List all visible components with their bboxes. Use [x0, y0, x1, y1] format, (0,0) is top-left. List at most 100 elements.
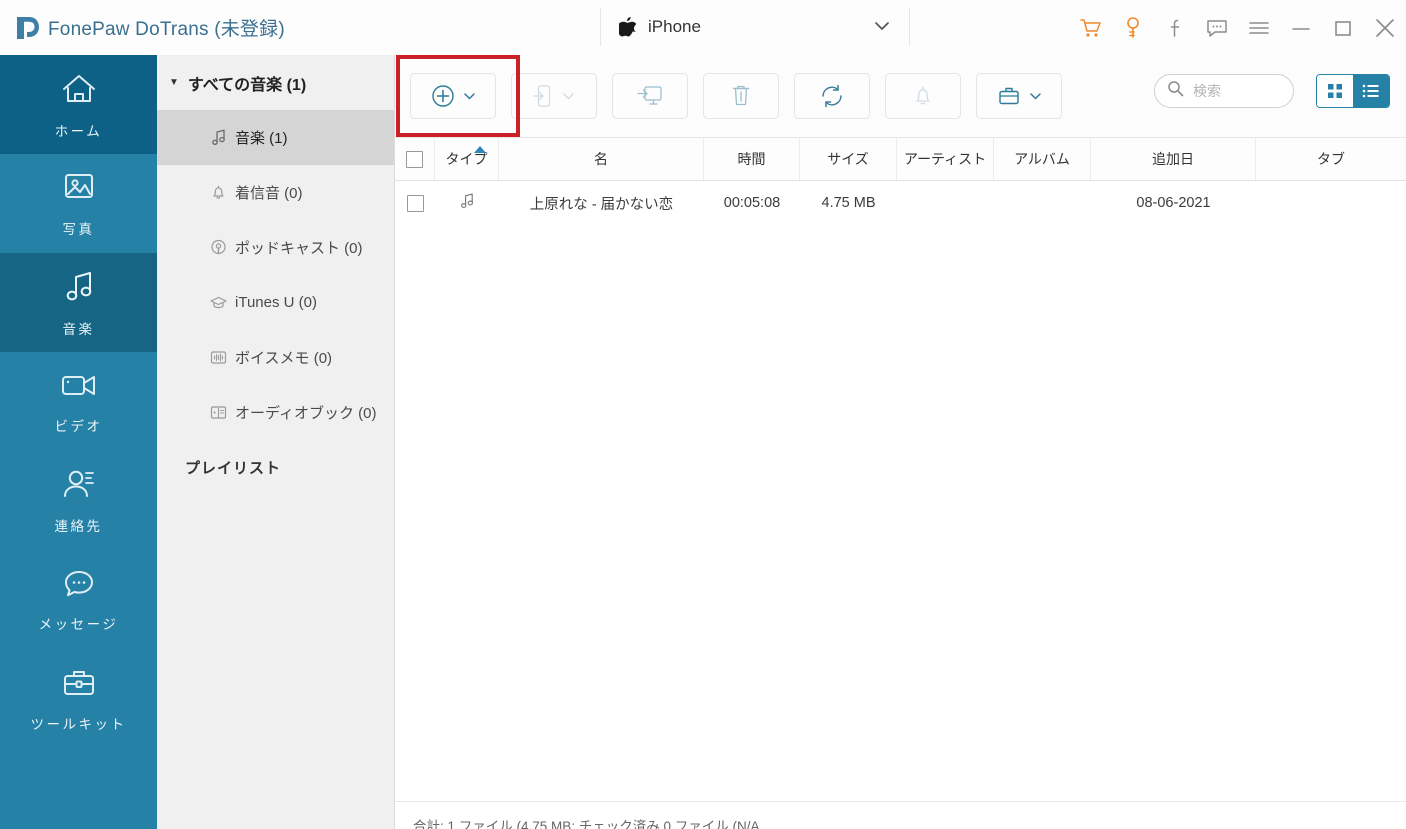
column-name[interactable]: 名: [499, 138, 704, 180]
window-controls: [1070, 0, 1406, 55]
podcast-icon: [209, 238, 235, 257]
toolkit-button[interactable]: [976, 73, 1062, 119]
page-title: FonePaw DoTrans (未登録): [48, 14, 285, 41]
primary-sidebar: ホーム 写真 音楽 ビデオ 連絡先 メッセージ ツールキット: [0, 55, 157, 829]
triangle-down-icon: ▼: [169, 77, 179, 88]
fonepaw-logo-icon: [0, 13, 48, 43]
video-icon: [57, 369, 101, 408]
column-date-added[interactable]: 追加日: [1091, 138, 1256, 180]
minimize-icon[interactable]: [1280, 0, 1322, 55]
playlist-header[interactable]: プレイリスト: [157, 440, 394, 495]
row-tab-cell: [1256, 181, 1406, 225]
sidebar-item-photos[interactable]: 写真: [0, 154, 157, 253]
column-label: タブ: [1317, 151, 1345, 167]
category-item-label: ポッドキャスト (0): [235, 240, 363, 257]
main-content: タイプ 名 時間 サイズ アーティスト アルバム 追加日 タブ: [395, 55, 1406, 829]
app-registration-status: (未登録): [214, 19, 285, 40]
category-item-label: オーディオブック (0): [235, 405, 377, 422]
sidebar-item-music[interactable]: 音楽: [0, 253, 157, 352]
contacts-icon: [58, 467, 100, 508]
sidebar-item-videos[interactable]: ビデオ: [0, 352, 157, 451]
view-toggle: [1316, 74, 1390, 108]
category-item-ringtones[interactable]: 着信音 (0): [157, 165, 394, 220]
sidebar-item-toolkit[interactable]: ツールキット: [0, 649, 157, 748]
sidebar-item-label: 連絡先: [54, 518, 103, 534]
grid-view-icon[interactable]: [1317, 75, 1353, 107]
sidebar-item-label: ツールキット: [30, 716, 127, 732]
music-note-icon: [209, 128, 235, 147]
search-box[interactable]: [1154, 74, 1294, 108]
column-label: 追加日: [1152, 151, 1194, 167]
category-item-audiobooks[interactable]: オーディオブック (0): [157, 385, 394, 440]
title-bar: FonePaw DoTrans (未登録) iPhone: [0, 0, 1406, 55]
delete-button[interactable]: [703, 73, 779, 119]
playlist-label: プレイリスト: [185, 460, 282, 477]
home-icon: [57, 70, 101, 113]
category-item-voice-memos[interactable]: ボイスメモ (0): [157, 330, 394, 385]
select-all-checkbox[interactable]: [406, 150, 423, 168]
sidebar-item-messages[interactable]: メッセージ: [0, 550, 157, 649]
column-label: アルバム: [1014, 151, 1070, 167]
message-icon: [59, 567, 99, 606]
column-duration[interactable]: 時間: [704, 138, 800, 180]
music-icon: [59, 268, 99, 311]
content-toolbar: [395, 55, 1406, 138]
ringtone-maker-button[interactable]: [885, 73, 961, 119]
device-name: iPhone: [648, 17, 701, 36]
app-window: FonePaw DoTrans (未登録) iPhone ホーム 写真 音楽 ビ…: [0, 0, 1406, 829]
music-note-icon: [458, 192, 476, 214]
chevron-down-icon: [563, 93, 574, 100]
category-header-label: すべての音楽 (1): [187, 76, 307, 94]
search-input[interactable]: [1193, 83, 1281, 99]
column-label: サイズ: [827, 151, 869, 167]
maximize-icon[interactable]: [1322, 0, 1364, 55]
device-selector[interactable]: iPhone: [600, 8, 910, 46]
column-album[interactable]: アルバム: [994, 138, 1091, 180]
table-row[interactable]: 上原れな - 届かない恋 00:05:08 4.75 MB 08-06-2021: [395, 181, 1406, 225]
export-to-pc-button[interactable]: [612, 73, 688, 119]
sidebar-item-label: 写真: [62, 221, 95, 237]
bell-icon: [209, 183, 235, 202]
sidebar-item-home[interactable]: ホーム: [0, 55, 157, 154]
row-album-cell: [994, 181, 1091, 225]
column-select-all[interactable]: [395, 138, 435, 180]
sidebar-item-contacts[interactable]: 連絡先: [0, 451, 157, 550]
refresh-button[interactable]: [794, 73, 870, 119]
category-item-podcasts[interactable]: ポッドキャスト (0): [157, 220, 394, 275]
category-sidebar: ▼ すべての音楽 (1) 音楽 (1) 着信音 (0) ポッドキャスト (0) …: [157, 55, 395, 829]
facebook-icon[interactable]: [1154, 0, 1196, 55]
table-header: タイプ 名 時間 サイズ アーティスト アルバム 追加日 タブ: [395, 138, 1406, 181]
list-view-icon[interactable]: [1353, 75, 1389, 107]
column-tab[interactable]: タブ: [1256, 138, 1406, 180]
column-artist[interactable]: アーティスト: [897, 138, 994, 180]
row-size-cell: 4.75 MB: [821, 195, 876, 211]
category-item-label: ボイスメモ (0): [235, 350, 333, 367]
row-checkbox[interactable]: [406, 194, 424, 212]
category-item-itunes-u[interactable]: iTunes U (0): [157, 275, 394, 330]
photo-icon: [59, 170, 99, 211]
apple-icon: [619, 17, 636, 37]
feedback-icon[interactable]: [1196, 0, 1238, 55]
toolkit-icon: [58, 665, 100, 706]
app-name: FonePaw DoTrans: [48, 19, 209, 40]
close-icon[interactable]: [1364, 0, 1406, 55]
column-type[interactable]: タイプ: [435, 138, 499, 180]
status-bar: 合計: 1 ファイル (4.75 MB; チェック済み 0 ファイル (N/A: [395, 801, 1406, 829]
chevron-down-icon[interactable]: [873, 19, 891, 38]
cart-icon[interactable]: [1070, 0, 1112, 55]
sidebar-item-label: ホーム: [54, 123, 103, 139]
row-select-cell[interactable]: [395, 181, 435, 225]
chevron-down-icon: [1030, 93, 1041, 100]
key-icon[interactable]: [1112, 0, 1154, 55]
search-icon: [1167, 80, 1184, 102]
row-name-cell: 上原れな - 届かない恋: [529, 196, 674, 213]
export-to-device-button[interactable]: [511, 73, 597, 119]
add-button[interactable]: [410, 73, 496, 119]
menu-icon[interactable]: [1238, 0, 1280, 55]
column-size[interactable]: サイズ: [800, 138, 897, 180]
sidebar-item-label: 音楽: [62, 321, 95, 337]
column-label: 名: [594, 151, 608, 167]
category-item-music[interactable]: 音楽 (1): [157, 110, 394, 165]
category-header-all-music[interactable]: ▼ すべての音楽 (1): [157, 55, 394, 110]
graduation-cap-icon: [209, 293, 235, 312]
